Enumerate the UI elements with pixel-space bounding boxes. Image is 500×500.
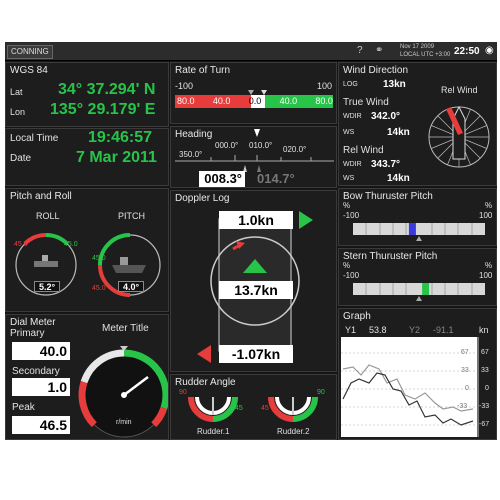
rel-wind-dial: [428, 105, 490, 168]
rot-bar: [175, 90, 333, 108]
rudder-angle-panel[interactable]: Rudder Angle 90 45 90 45 Rudder.1 Rudder…: [170, 374, 337, 440]
bow-bar: [353, 223, 485, 241]
local-time-value: 19:46:57: [88, 129, 153, 146]
doppler-log-panel[interactable]: Doppler Log 1.0kn 13.7kn -1.07kn: [170, 190, 337, 372]
date-label: Date: [10, 153, 32, 164]
rudder-left-mid: 45: [261, 405, 269, 412]
graph-panel[interactable]: Graph Y1 53.8 Y2 -91.1 kn 67 33 0 -33 67…: [338, 308, 497, 440]
topbar-time: 22:50: [454, 46, 480, 57]
heading-tick: 010.0°: [249, 141, 273, 150]
roll-value: 5.2°: [34, 281, 60, 292]
heading-tick: 020.0°: [283, 145, 307, 154]
rudder-right-top: 90: [317, 389, 325, 396]
graph-axis-tick: 67: [481, 349, 489, 356]
pitch-bottom-limit: 45.0: [92, 285, 106, 292]
roll-left-limit: 45.0: [14, 241, 28, 248]
heading-value: 008.3°: [199, 171, 245, 187]
position-title: WGS 84: [10, 65, 48, 76]
date-value: 7 Mar 2011: [76, 149, 157, 166]
heading-tick: 000.0°: [215, 141, 239, 150]
rudder-1-label: Rudder.1: [197, 427, 230, 436]
rudder-gauges: [188, 396, 318, 422]
rot-mark: 0.0: [248, 96, 262, 106]
graph-axis-tick: -67: [479, 421, 490, 428]
graph-inner-tick: -33: [457, 403, 468, 410]
pitch-roll-gauges: [15, 233, 161, 297]
stern-bar: [353, 283, 485, 301]
top-bar: CONNING ? ⚭ Nov 17 2009 LOCAL UTC +3:00 …: [5, 42, 497, 61]
lat-value: 34° 37.294' N: [58, 81, 156, 98]
rudder-right-mid: 45: [235, 405, 243, 412]
graph-inner-tick: 33: [461, 367, 469, 374]
doppler-fwd-value: 1.0kn: [219, 211, 293, 229]
graph-axis-tick: -33: [479, 403, 490, 410]
rot-mark: 80.0: [315, 96, 333, 106]
graph-axis-tick: 33: [481, 367, 489, 374]
stern-level: [422, 283, 430, 295]
rot-mark: 40.0: [279, 96, 298, 106]
bow-level: [408, 223, 416, 235]
graph-axis-tick: 0: [485, 385, 489, 392]
pitch-roll-panel[interactable]: Pitch and Roll ROLL PITCH 45.0 45.0 45.0…: [5, 188, 169, 312]
local-time-label: Local Time: [10, 133, 59, 144]
rate-of-turn-panel[interactable]: Rate of Turn -100 100 80.0 40.0 0.0 40.0…: [170, 62, 337, 124]
lat-label: Lat: [10, 87, 23, 97]
help-icon[interactable]: ?: [357, 45, 363, 56]
heading-panel[interactable]: Heading 350.0° 000.0° 010.0° 020.0° 008.…: [170, 126, 337, 188]
position-panel[interactable]: WGS 84 Lat 34° 37.294' N Lon 135° 29.179…: [5, 62, 169, 127]
bow-thruster-panel[interactable]: Bow Thuruster Pitch % % -100 100: [338, 188, 497, 246]
graph-inner-tick: 0: [465, 385, 469, 392]
dial-unit: r/min: [116, 419, 132, 426]
graph-plot: [341, 337, 479, 437]
lon-value: 135° 29.179' E: [50, 101, 156, 118]
conning-display: CONNING ? ⚭ Nov 17 2009 LOCAL UTC +3:00 …: [5, 42, 497, 440]
stern-thruster-panel[interactable]: Stern Thuruster Pitch % % -100 100: [338, 248, 497, 306]
mode-tag[interactable]: CONNING: [7, 45, 53, 59]
heading-set-value: 014.7°: [257, 171, 295, 186]
pitch-top-limit: 45.0: [92, 255, 106, 262]
rot-scale: 80.0 40.0 0.0 40.0 80.0: [177, 96, 333, 107]
heading-tick: 350.0°: [179, 150, 203, 159]
lon-label: Lon: [10, 107, 26, 117]
pitch-value: 4.0°: [118, 281, 144, 292]
date-time-block: Nov 17 2009 LOCAL UTC +3:00: [400, 43, 450, 59]
topbar-timezone: LOCAL UTC +3:00: [400, 52, 451, 58]
local-time-panel[interactable]: Local Time 19:46:57 Date 7 Mar 2011: [5, 128, 169, 186]
doppler-mid-value: 13.7kn: [219, 281, 293, 299]
link-icon[interactable]: ⚭: [375, 45, 383, 56]
roll-right-limit: 45.0: [64, 241, 78, 248]
topbar-date: Nov 17 2009: [400, 44, 435, 50]
dial-meter-panel[interactable]: Dial Meter Primary 40.0 Secondary 1.0 Pe…: [5, 314, 169, 440]
rudder-2-label: Rudder.2: [277, 427, 310, 436]
rot-mark: 80.0: [177, 96, 195, 106]
dial-gauge: [78, 346, 168, 438]
graph-inner-tick: 67: [461, 349, 469, 356]
rudder-left-top: 90: [179, 389, 187, 396]
rot-mark: 40.0: [212, 96, 231, 106]
doppler-aft-value: -1.07kn: [219, 345, 293, 363]
alarm-icon[interactable]: ◉: [485, 45, 494, 56]
wind-direction-panel[interactable]: Wind Direction LOG 13kn Rel Wind True Wi…: [338, 62, 497, 186]
